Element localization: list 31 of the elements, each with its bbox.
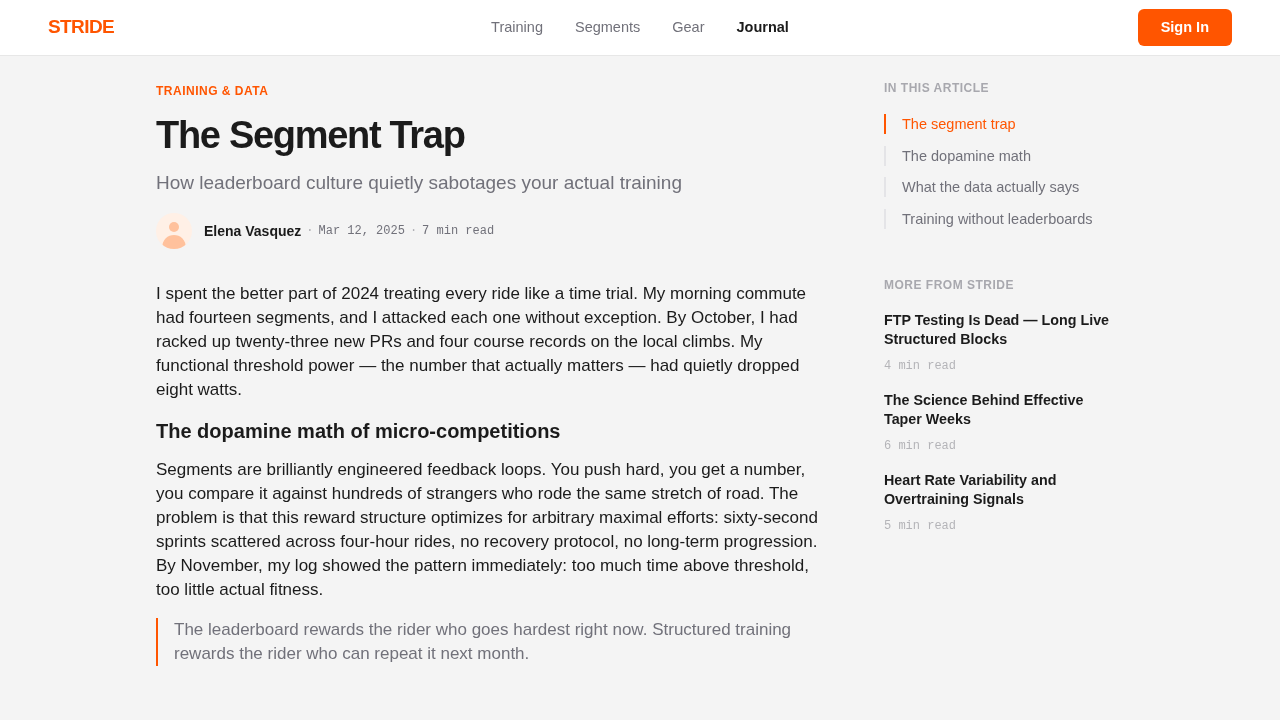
article-subtitle: How leaderboard culture quietly sabotages your actual training — [156, 171, 683, 195]
more-heading: MORE FROM STRIDE — [884, 277, 1015, 292]
toc-link[interactable]: The segment trap — [884, 114, 1124, 134]
author-name[interactable]: Elena Vasquez — [204, 220, 302, 242]
toc-link[interactable]: What the data actually says — [884, 177, 1124, 197]
separator-dot: · — [409, 223, 418, 240]
read-time: 6 min read — [884, 437, 957, 454]
sign-in-button[interactable]: Sign In — [1137, 9, 1232, 46]
avatar-icon — [156, 213, 192, 249]
article-meta: 7 min read — [422, 223, 495, 240]
category-label: TRAINING & DATA — [156, 84, 270, 98]
separator-dot: · — [306, 223, 314, 240]
related-article-link[interactable]: FTP Testing Is Dead — Long Live Structured Blocks — [884, 310, 1124, 349]
toc-link[interactable]: Training without leaderboards — [884, 208, 1124, 229]
pull-quote: The leaderboard rewards the rider who goes hardest right now. Structured training rewards the rider who can repeat it next month. — [156, 618, 836, 666]
read-time: 4 min read — [884, 357, 957, 374]
body-paragraph: Segments are brilliantly engineered feedback loops. You push hard, you get a number, you compare it against hundreds of strangers who rode the same stretch of road. The problem is that this reward structure optimizes for arbitrary maximal efforts: sixty-second sprints scattered across four-hour rides, no recovery protocol, no long-term progression. By November, my log showed the pattern immediately: too much time above threshold, too little actual fitness. — [156, 459, 819, 601]
related-article-link[interactable]: Heart Rate Variability and Overtraining Signals — [884, 470, 1124, 509]
nav-link[interactable]: Training — [491, 16, 543, 39]
nav-link[interactable]: Gear — [672, 16, 705, 39]
article-title: The Segment Trap — [156, 113, 466, 158]
nav-link[interactable]: Journal — [736, 16, 789, 39]
article-meta: Mar 12, 2025 — [318, 223, 405, 240]
section-heading: The dopamine math of micro-competitions — [156, 419, 562, 444]
read-time: 5 min read — [884, 517, 957, 534]
toc-heading: IN THIS ARTICLE — [884, 81, 991, 95]
body-paragraph: I spent the better part of 2024 treating every ride like a time trial. My morning commute had fourteen segments, and I attacked each one without exception. By October, I had racked up twenty-three new PRs and four course records on the local climbs. My functional threshold power — the number that actually matters — had quietly dropped eight watts. — [156, 283, 808, 401]
nav-link[interactable]: Segments — [574, 16, 641, 39]
toc-link[interactable]: The dopamine math — [884, 145, 1124, 166]
related-article-link[interactable]: The Science Behind Effective Taper Weeks — [884, 390, 1124, 429]
brand-logo[interactable]: STRIDE — [48, 13, 115, 42]
